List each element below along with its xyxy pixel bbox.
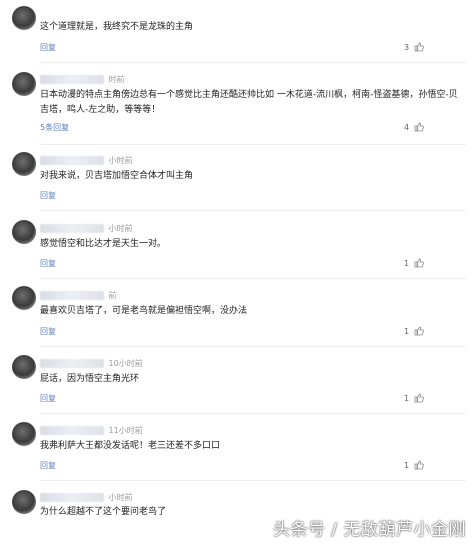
like-count: 3 xyxy=(404,42,410,52)
like-count: 1 xyxy=(404,393,410,403)
like-button[interactable]: 1 xyxy=(404,326,444,338)
thumbs-up-icon xyxy=(414,326,424,336)
comment-meta: 11小时前 xyxy=(40,425,143,437)
divider xyxy=(40,278,466,279)
username-blurred[interactable] xyxy=(40,426,104,435)
avatar[interactable] xyxy=(12,286,36,310)
avatar[interactable] xyxy=(12,490,36,514)
avatar[interactable] xyxy=(12,220,36,244)
reply-link[interactable]: 回复 xyxy=(40,190,56,201)
divider xyxy=(40,62,466,63)
comment-meta: 小时前 xyxy=(40,223,133,235)
thumbs-up-icon xyxy=(414,258,424,268)
reply-link[interactable]: 回复 xyxy=(40,42,56,53)
comment-text: 感觉悟空和比达才是天生一对。 xyxy=(40,239,167,249)
comment-actions: 5条回复 xyxy=(40,122,69,133)
watermark: 头条号 / 无敌葫芦小金刚 xyxy=(272,520,466,540)
comment-time: 11小时前 xyxy=(108,426,143,435)
avatar[interactable] xyxy=(12,422,36,446)
comment-time: 小时前 xyxy=(108,224,133,233)
divider xyxy=(40,210,466,211)
comment-text: 屁话，因为悟空主角光环 xyxy=(40,374,140,384)
reply-link[interactable]: 回复 xyxy=(40,258,56,269)
comment-time: 10小时前 xyxy=(108,359,143,368)
comment-time: 前 xyxy=(108,291,117,300)
like-count: 1 xyxy=(404,460,410,470)
like-button[interactable]: 1 xyxy=(404,460,444,472)
comment-text: 对我来说，贝吉塔加悟空合体才叫主角 xyxy=(40,171,194,181)
avatar[interactable] xyxy=(12,6,36,30)
like-button[interactable]: 3 xyxy=(404,42,444,54)
like-count: 4 xyxy=(404,122,410,132)
like-button[interactable]: 4 xyxy=(404,122,444,134)
comment-text: 我弗利萨大王都没发话呢！老三还差不多口口 xyxy=(40,441,221,451)
reply-link[interactable]: 回复 xyxy=(40,460,56,471)
like-count: 1 xyxy=(404,326,410,336)
avatar[interactable] xyxy=(12,72,36,96)
divider xyxy=(40,413,466,414)
username-blurred[interactable] xyxy=(40,291,104,300)
divider xyxy=(40,144,466,145)
like-button[interactable]: 1 xyxy=(404,393,444,405)
username-blurred[interactable] xyxy=(40,493,104,502)
username-blurred[interactable] xyxy=(40,156,104,165)
thumbs-up-icon xyxy=(414,460,424,470)
like-button[interactable]: 1 xyxy=(404,258,444,270)
avatar[interactable] xyxy=(12,152,36,176)
thumbs-up-icon xyxy=(414,393,424,403)
reply-link[interactable]: 回复 xyxy=(40,326,56,337)
comment-time: 小时前 xyxy=(108,156,133,165)
username-blurred[interactable] xyxy=(40,224,104,233)
comment-meta: 小时前 xyxy=(40,492,133,504)
username-blurred[interactable] xyxy=(40,75,104,84)
replies-link[interactable]: 5条回复 xyxy=(40,123,69,132)
reply-link[interactable]: 回复 xyxy=(40,393,56,404)
comment-meta: 时前 xyxy=(40,74,125,86)
comment-meta: 10小时前 xyxy=(40,358,143,370)
comment-meta: 前 xyxy=(40,290,117,302)
comment-meta: 小时前 xyxy=(40,155,133,167)
like-count: 1 xyxy=(404,258,410,268)
comment-time: 小时前 xyxy=(108,493,133,502)
thumbs-up-icon xyxy=(414,122,424,132)
divider xyxy=(40,480,466,481)
comment-text: 这个道理就是，我终究不是龙珠的主角 xyxy=(40,22,194,32)
username-blurred[interactable] xyxy=(40,359,104,368)
avatar[interactable] xyxy=(12,355,36,379)
comment-text: 日本动漫的特点主角傍边总有一个感觉比主角还酷还帅比如 一木花道-流川枫，柯南-怪… xyxy=(40,90,458,115)
comment-time: 时前 xyxy=(108,75,125,84)
comment-text: 最喜欢贝吉塔了，可是老鸟就是偏袒悟空啊，没办法 xyxy=(40,306,248,316)
divider xyxy=(40,346,466,347)
thumbs-up-icon xyxy=(414,42,424,52)
